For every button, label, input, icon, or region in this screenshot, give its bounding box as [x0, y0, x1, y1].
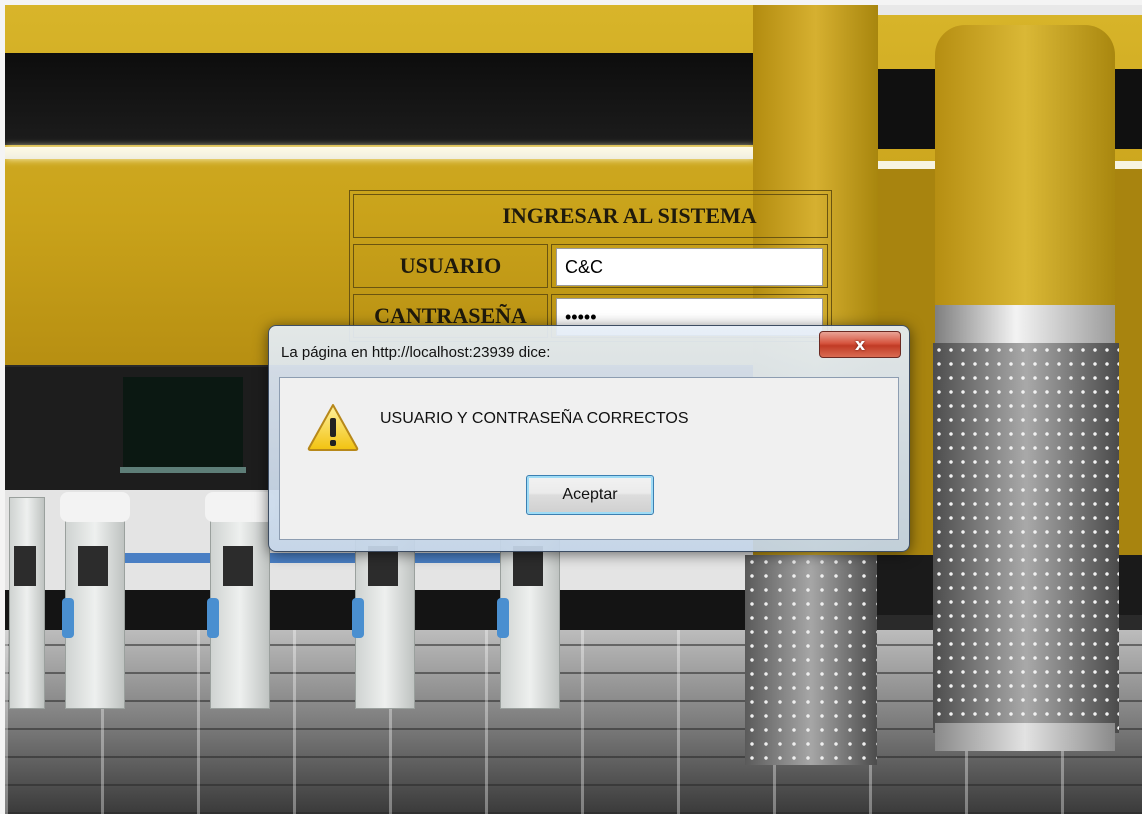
alert-dialog: La página en http://localhost:23939 dice… — [268, 325, 910, 552]
dialog-body: USUARIO Y CONTRASEÑA CORRECTOS Aceptar — [279, 377, 899, 540]
dialog-message: USUARIO Y CONTRASEÑA CORRECTOS — [380, 410, 689, 427]
login-title: INGRESAR AL SISTEMA — [353, 194, 828, 238]
username-input[interactable] — [556, 248, 823, 286]
username-label: USUARIO — [353, 244, 548, 288]
dialog-caption: La página en http://localhost:23939 dice… — [281, 344, 551, 361]
login-form: INGRESAR AL SISTEMA USUARIO CANTRASEÑA — [349, 190, 832, 342]
warning-icon — [307, 404, 359, 451]
username-row: USUARIO — [350, 241, 831, 291]
close-button[interactable]: x — [819, 331, 901, 358]
accept-button[interactable]: Aceptar — [526, 475, 654, 515]
close-icon: x — [854, 335, 866, 354]
